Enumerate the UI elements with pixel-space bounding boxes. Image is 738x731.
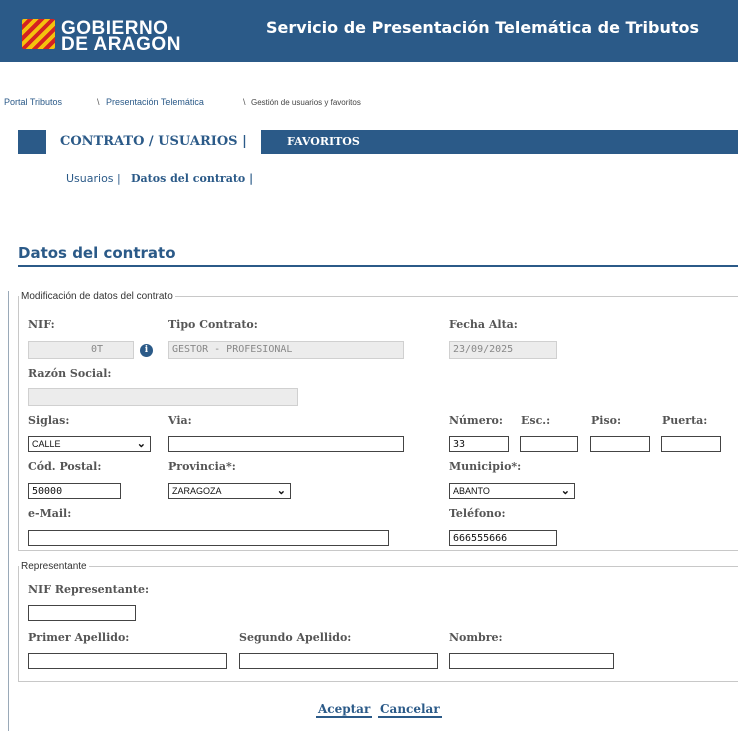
cod-postal-label: Cód. Postal:	[28, 460, 102, 473]
provincia-value: ZARAGOZA	[172, 486, 222, 496]
nif-field: 0T	[28, 341, 134, 359]
contract-fieldset: Modificación de datos del contrato	[18, 291, 738, 551]
chevron-down-icon: ⌄	[136, 438, 146, 450]
tab-contrato-usuarios[interactable]: CONTRATO / USUARIOS |	[46, 130, 261, 154]
breadcrumb-current: Gestión de usuarios y favoritos	[251, 98, 361, 107]
piso-label: Piso:	[591, 414, 622, 427]
tipo-contrato-field: GESTOR - PROFESIONAL	[168, 341, 404, 359]
segundo-apellido-label: Segundo Apellido:	[239, 631, 352, 644]
page-title: Datos del contrato	[18, 244, 176, 262]
logo-line2: DE ARAGON	[61, 34, 181, 55]
contract-legend: Modificación de datos del contrato	[21, 291, 173, 302]
razon-social-field	[28, 388, 298, 406]
representante-legend: Representante	[21, 561, 87, 572]
chevron-down-icon: ⌄	[276, 485, 286, 497]
numero-label: Número:	[449, 414, 503, 427]
breadcrumb-separator: \	[243, 97, 246, 107]
esc-input[interactable]	[520, 436, 578, 452]
subtab-usuarios[interactable]: Usuarios |	[66, 172, 121, 185]
via-label: Via:	[168, 414, 192, 427]
municipio-select[interactable]: ABANTO ⌄	[449, 483, 575, 499]
nif-label: NIF:	[28, 318, 55, 331]
breadcrumb-separator: \	[97, 97, 100, 107]
cod-postal-input[interactable]: 50000	[28, 483, 121, 499]
puerta-input[interactable]	[661, 436, 721, 452]
chevron-down-icon: ⌄	[560, 485, 570, 497]
razon-social-label: Razón Social:	[28, 367, 112, 380]
left-border	[8, 291, 9, 731]
aragon-flag-logo	[22, 19, 55, 49]
siglas-value: CALLE	[32, 439, 61, 449]
primer-apellido-label: Primer Apellido:	[28, 631, 130, 644]
segundo-apellido-input[interactable]	[239, 653, 438, 669]
nombre-input[interactable]	[449, 653, 614, 669]
numero-input[interactable]: 33	[449, 436, 509, 452]
provincia-select[interactable]: ZARAGOZA ⌄	[168, 483, 291, 499]
municipio-value: ABANTO	[453, 486, 490, 496]
fecha-alta-field: 23/09/2025	[449, 341, 557, 359]
piso-input[interactable]	[590, 436, 650, 452]
accept-button[interactable]: Aceptar	[316, 702, 373, 718]
telefono-input[interactable]: 666555666	[449, 530, 557, 546]
cancel-button[interactable]: Cancelar	[378, 702, 442, 718]
fecha-alta-label: Fecha Alta:	[449, 318, 518, 331]
siglas-label: Siglas:	[28, 414, 70, 427]
info-icon[interactable]: i	[140, 344, 153, 357]
puerta-label: Puerta:	[662, 414, 708, 427]
via-input[interactable]	[168, 436, 404, 452]
siglas-select[interactable]: CALLE ⌄	[28, 436, 151, 452]
email-input[interactable]	[28, 530, 389, 546]
tipo-contrato-label: Tipo Contrato:	[168, 318, 258, 331]
nif-representante-input[interactable]	[28, 605, 136, 621]
breadcrumb-portal-tributos[interactable]: Portal Tributos	[4, 97, 62, 107]
municipio-label: Municipio*:	[449, 460, 522, 473]
provincia-label: Provincia*:	[168, 460, 236, 473]
breadcrumb-presentacion[interactable]: Presentación Telemática	[106, 97, 204, 107]
primer-apellido-input[interactable]	[28, 653, 227, 669]
title-divider	[18, 265, 738, 267]
esc-label: Esc.:	[521, 414, 551, 427]
subtab-datos-contrato[interactable]: Datos del contrato |	[131, 172, 253, 185]
nombre-label: Nombre:	[449, 631, 503, 644]
nif-representante-label: NIF Representante:	[28, 583, 149, 596]
tab-favoritos[interactable]: FAVORITOS	[287, 130, 360, 154]
telefono-label: Teléfono:	[449, 507, 506, 520]
header-title: Servicio de Presentación Telemática de T…	[266, 18, 700, 37]
email-label: e-Mail:	[28, 507, 72, 520]
